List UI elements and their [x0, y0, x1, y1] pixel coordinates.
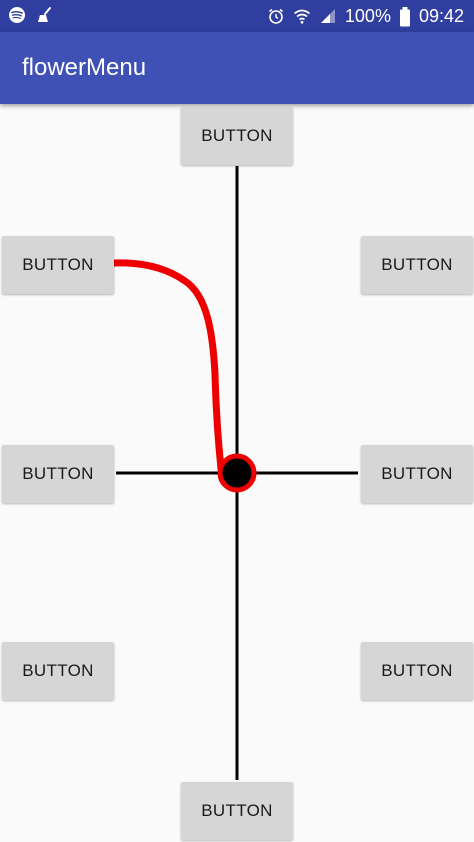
status-bar: 100% 09:42 [0, 0, 474, 32]
button-upper-left[interactable]: BUTTON [2, 236, 114, 294]
button-upper-right[interactable]: BUTTON [361, 236, 473, 294]
button-middle-left[interactable]: BUTTON [2, 445, 114, 503]
alarm-icon [267, 7, 285, 25]
button-middle-right[interactable]: BUTTON [361, 445, 473, 503]
button-bottom[interactable]: BUTTON [181, 782, 293, 840]
spotify-icon [8, 6, 26, 24]
app-title: flowerMenu [22, 54, 147, 81]
signal-icon [319, 7, 337, 25]
button-lower-right[interactable]: BUTTON [361, 642, 473, 700]
wifi-icon [293, 7, 311, 25]
button-lower-left[interactable]: BUTTON [2, 642, 114, 700]
status-system: 100% 09:42 [267, 4, 464, 28]
button-top[interactable]: BUTTON [181, 107, 293, 165]
cleaner-broom-icon [36, 6, 54, 24]
battery-percent: 100% [344, 6, 391, 26]
status-time: 09:42 [418, 6, 464, 26]
battery-icon [399, 7, 411, 27]
gesture-stroke [110, 259, 225, 473]
center-touch-point[interactable] [217, 453, 257, 493]
app-bar: flowerMenu [0, 32, 474, 104]
status-notifications [8, 6, 54, 24]
flower-menu-canvas[interactable]: BUTTON BUTTON BUTTON BUTTON BUTTON BUTTO… [0, 104, 474, 842]
